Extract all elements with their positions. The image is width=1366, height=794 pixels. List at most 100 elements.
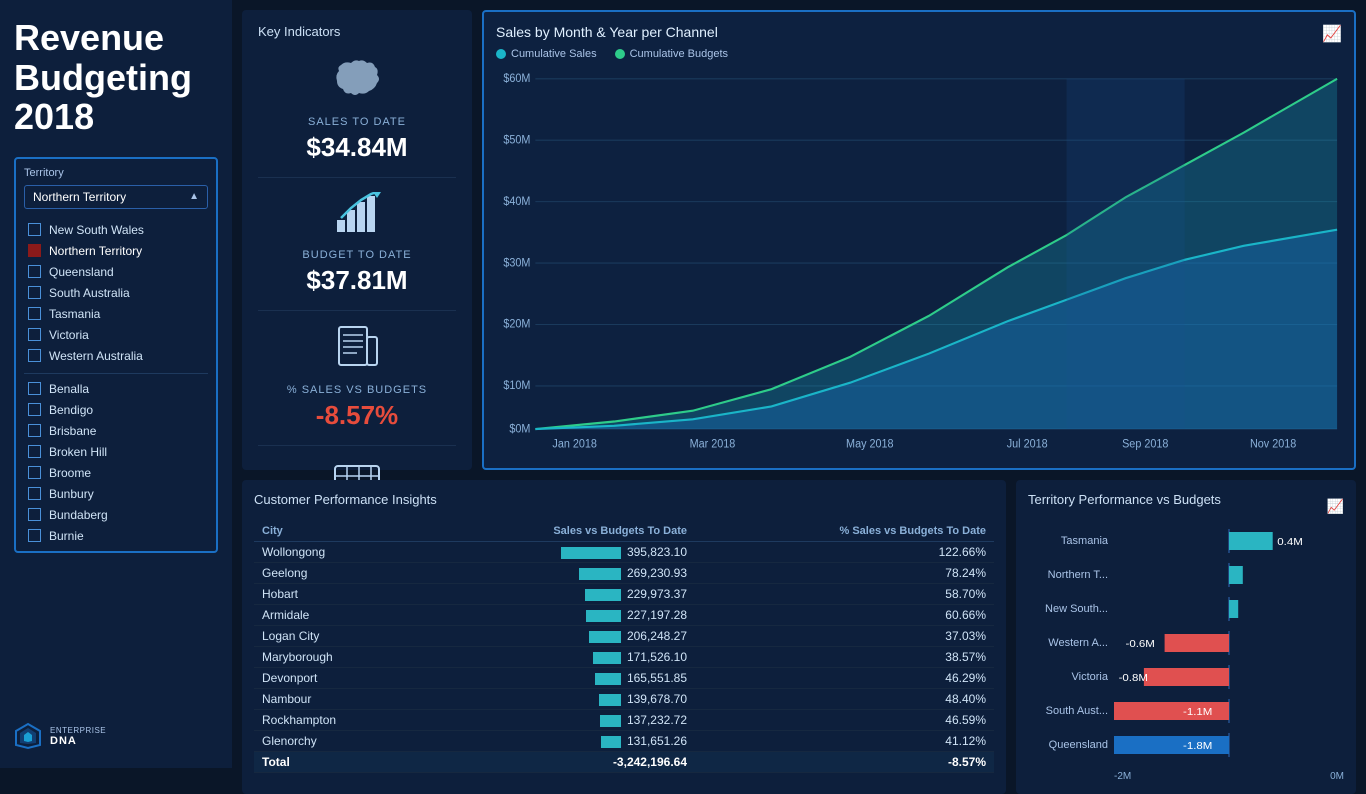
list-item[interactable]: Benalla	[24, 380, 208, 398]
col-sales-budgets: Sales vs Budgets To Date	[420, 521, 695, 542]
pct-value: 37.03%	[695, 626, 994, 647]
kpi-sales-to-date: SALES TO DATE $34.84M	[258, 53, 456, 178]
territory-performance-panel: Territory Performance vs Budgets 📈 Tasma…	[1016, 480, 1356, 794]
city-bunbury: Bunbury	[49, 487, 94, 501]
list-item[interactable]: Western Australia	[24, 347, 208, 365]
list-item[interactable]: Northern Territory	[24, 242, 208, 260]
territory-row-sa: South Aust... -1.1M	[1028, 699, 1344, 723]
table-row: Rockhampton 137,232.72 46.59%	[254, 710, 994, 731]
checkbox-bunbury[interactable]	[28, 487, 41, 500]
bar-hobart	[585, 589, 621, 601]
list-item[interactable]: South Australia	[24, 284, 208, 302]
pct-value: 41.12%	[695, 731, 994, 752]
svg-text:-1.1M: -1.1M	[1183, 707, 1212, 718]
dropdown-value: Northern Territory	[33, 190, 126, 204]
pct-value: 60.66%	[695, 605, 994, 626]
legend-cumulative-sales: Cumulative Sales	[496, 48, 597, 60]
key-indicators-panel: Key Indicators SALES TO DATE $34.84M	[242, 10, 472, 470]
territory-row-northern: Northern T...	[1028, 563, 1344, 587]
table-row: Wollongong 395,823.10 122.66%	[254, 542, 994, 563]
sales-to-date-value: $34.84M	[306, 132, 407, 163]
svg-text:-1.8M: -1.8M	[1183, 741, 1212, 752]
checkbox-wa[interactable]	[28, 349, 41, 362]
pct-sales-value: -8.57%	[316, 400, 398, 431]
list-item[interactable]: Tasmania	[24, 305, 208, 323]
bar-armidale	[586, 610, 621, 622]
checkbox-burnie[interactable]	[28, 529, 41, 542]
checkbox-nsw[interactable]	[28, 223, 41, 236]
document-chart-icon	[335, 325, 379, 378]
customer-table-wrapper[interactable]: City Sales vs Budgets To Date % Sales vs…	[254, 521, 994, 782]
chart-legend: Cumulative Sales Cumulative Budgets	[496, 48, 1342, 60]
svg-text:$40M: $40M	[503, 195, 530, 208]
territory-row-qld: Queensland -1.8M	[1028, 733, 1344, 757]
list-item[interactable]: Broome	[24, 464, 208, 482]
list-item[interactable]: Bendigo	[24, 401, 208, 419]
chart-bar-icon	[333, 192, 381, 243]
list-item[interactable]: Queensland	[24, 263, 208, 281]
territory-label-northern: Northern T...	[1028, 569, 1108, 581]
checkbox-broken-hill[interactable]	[28, 445, 41, 458]
legend-dot-budgets	[615, 49, 625, 59]
list-item[interactable]: Victoria	[24, 326, 208, 344]
checkbox-sa[interactable]	[28, 286, 41, 299]
territory-perf-title: Territory Performance vs Budgets	[1028, 492, 1221, 507]
pct-sales-label: % SALES VS BUDGETS	[287, 384, 427, 396]
enterprise-dna-logo-icon	[14, 722, 42, 750]
list-item[interactable]: Bunbury	[24, 485, 208, 503]
sales-value: 227,197.28	[420, 605, 695, 626]
legend-cumulative-budgets: Cumulative Budgets	[615, 48, 728, 60]
svg-text:$30M: $30M	[503, 257, 530, 270]
checkbox-benalla[interactable]	[28, 382, 41, 395]
city-bendigo: Bendigo	[49, 403, 93, 417]
filter-label: Territory	[24, 167, 208, 179]
list-item[interactable]: Burnie	[24, 527, 208, 545]
pct-value: 38.57%	[695, 647, 994, 668]
bar-rockhampton	[600, 715, 621, 727]
city-benalla: Benalla	[49, 382, 89, 396]
checkbox-vic[interactable]	[28, 328, 41, 341]
territory-row-nsw: New South...	[1028, 597, 1344, 621]
checkbox-tas[interactable]	[28, 307, 41, 320]
bar-wollongong	[561, 547, 621, 559]
table-row: Geelong 269,230.93 78.24%	[254, 563, 994, 584]
checkbox-bendigo[interactable]	[28, 403, 41, 416]
city-name: Maryborough	[254, 647, 420, 668]
sales-value: 229,973.37	[420, 584, 695, 605]
city-name: Hobart	[254, 584, 420, 605]
checkbox-bundaberg[interactable]	[28, 508, 41, 521]
list-item[interactable]: Bundaberg	[24, 506, 208, 524]
territory-row-vic: Victoria -0.8M	[1028, 665, 1344, 689]
x-label-0m: 0M	[1330, 771, 1344, 782]
bar-devonport	[595, 673, 621, 685]
checkbox-nt[interactable]	[28, 244, 41, 257]
territory-label-vic: Victoria	[1028, 671, 1108, 683]
territory-qld: Queensland	[49, 265, 114, 279]
chart-expand-icon[interactable]: 📈	[1322, 24, 1342, 44]
city-broken-hill: Broken Hill	[49, 445, 107, 459]
list-item[interactable]: New South Wales	[24, 221, 208, 239]
city-name: Armidale	[254, 605, 420, 626]
list-item[interactable]: Broken Hill	[24, 443, 208, 461]
checkbox-qld[interactable]	[28, 265, 41, 278]
total-label: Total	[254, 752, 420, 773]
svg-text:Mar 2018: Mar 2018	[690, 438, 736, 451]
territory-filter-panel: Territory Northern Territory ▲ New South…	[14, 157, 218, 553]
legend-label-sales: Cumulative Sales	[511, 48, 597, 60]
list-item[interactable]: Brisbane	[24, 422, 208, 440]
territory-dropdown[interactable]: Northern Territory ▲	[24, 185, 208, 209]
territory-label-tasmania: Tasmania	[1028, 535, 1108, 547]
pct-value: 48.40%	[695, 689, 994, 710]
key-indicators-title: Key Indicators	[258, 24, 456, 39]
city-name: Rockhampton	[254, 710, 420, 731]
city-name: Geelong	[254, 563, 420, 584]
checkbox-brisbane[interactable]	[28, 424, 41, 437]
territory-vic: Victoria	[49, 328, 89, 342]
col-city: City	[254, 521, 420, 542]
territory-nsw: New South Wales	[49, 223, 144, 237]
svg-text:$20M: $20M	[503, 318, 530, 331]
checkbox-broome[interactable]	[28, 466, 41, 479]
territory-tas: Tasmania	[49, 307, 100, 321]
bar-maryborough	[593, 652, 621, 664]
col-pct-sales: % Sales vs Budgets To Date	[695, 521, 994, 542]
